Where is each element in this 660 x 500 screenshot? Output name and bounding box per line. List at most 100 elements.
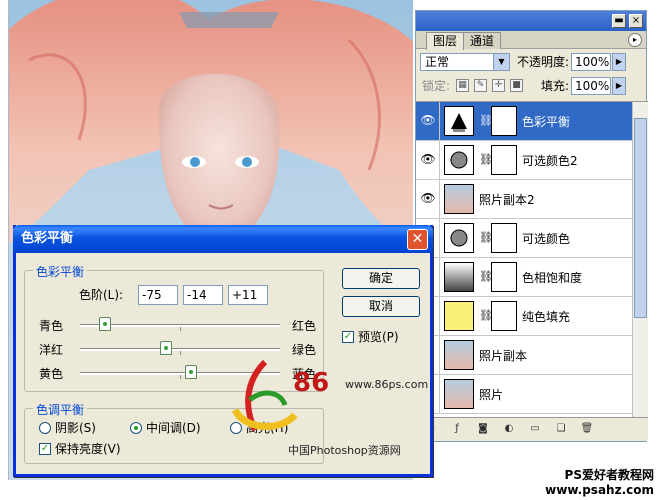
tab-channels[interactable]: 通道	[463, 32, 502, 49]
slider-label-red: 红色	[292, 319, 317, 333]
blend-row: 正常 ▼ 不透明度: 100% ▶	[416, 50, 646, 74]
cancel-button[interactable]: 取消	[342, 296, 420, 317]
level-input-magenta-green[interactable]: -14	[183, 285, 223, 305]
dialog-title: 色彩平衡	[21, 231, 74, 246]
logo-number: 86	[293, 368, 330, 398]
panel-titlebar[interactable]: ▬ ×	[416, 11, 646, 31]
eye-icon[interactable]: 👁	[419, 191, 437, 207]
photo-thumbnail	[444, 340, 474, 370]
layer-row[interactable]: 👁 照片副本2	[416, 180, 632, 219]
radio-midtones[interactable]	[130, 422, 142, 434]
lock-transparency-icon[interactable]: ▦	[456, 79, 469, 92]
panel-bottom-toolbar: ∞ ƒ ◙ ◐ ▭ ❏ 🗑	[416, 417, 648, 441]
ok-button[interactable]: 确定	[342, 268, 420, 289]
adjustment-layer-icon[interactable]: ◐	[502, 422, 516, 436]
slider-tick	[180, 375, 181, 379]
preserve-luminosity-label: 保持亮度(V)	[55, 442, 121, 456]
layer-row[interactable]: 照片副本	[416, 336, 632, 375]
add-mask-icon[interactable]: ◙	[476, 422, 490, 436]
radio-label-shadows: 阴影(S)	[55, 421, 96, 435]
close-icon[interactable]: ×	[629, 14, 643, 28]
layer-row[interactable]: 👁 ⛓ 色彩平衡	[416, 102, 632, 141]
slider-thumb-magenta-green[interactable]	[160, 341, 172, 355]
preview-label: 预览(P)	[358, 330, 399, 344]
footer-line1: PS爱好者教程网	[564, 468, 654, 482]
slider-label-magenta: 洋红	[39, 343, 64, 357]
eye-icon[interactable]: 👁	[419, 113, 437, 129]
new-layer-icon[interactable]: ❏	[554, 422, 568, 436]
watermark-subtitle: 中国Photoshop资源网	[288, 444, 401, 457]
watermark-site: www.86ps.com	[345, 378, 429, 391]
lock-label: 锁定:	[422, 79, 451, 93]
layer-mask-thumbnail	[491, 262, 517, 292]
blend-mode-select[interactable]: 正常 ▼	[420, 53, 510, 71]
layer-mask-thumbnail	[491, 145, 517, 175]
visibility-cell: 👁	[416, 141, 440, 180]
close-icon[interactable]: ✕	[407, 229, 428, 250]
dialog-titlebar[interactable]: 色彩平衡 ✕	[13, 225, 433, 253]
layer-row[interactable]: 👁 ⛓ 可选颜色2	[416, 141, 632, 180]
layer-name: 照片副本	[479, 349, 528, 363]
layer-name: 纯色填充	[522, 310, 571, 324]
layer-row[interactable]: ⛓ 纯色填充	[416, 297, 632, 336]
layer-mask-thumbnail	[491, 301, 517, 331]
layer-list: 👁 ⛓ 色彩平衡 👁 ⛓ 可选颜色2 👁 照片副本2 ⛓ 可选颜色 ⛓ 色相饱和…	[416, 101, 648, 420]
slider-thumb-yellow-blue[interactable]	[185, 365, 197, 379]
slider-tick	[180, 327, 181, 331]
panel-tabs: 图层 通道 ▸	[416, 31, 646, 50]
layer-name: 可选颜色2	[522, 154, 578, 168]
layer-name: 照片	[479, 388, 504, 402]
layer-row[interactable]: ⛓ 色相饱和度	[416, 258, 632, 297]
fill-swatch-thumbnail	[444, 301, 474, 331]
layer-name: 照片副本2	[479, 193, 535, 207]
adjustment-thumbnail-icon	[444, 145, 474, 175]
level-input-yellow-blue[interactable]: +11	[228, 285, 268, 305]
group-title: 色彩平衡	[33, 263, 88, 280]
slider-label-yellow: 黄色	[39, 367, 64, 381]
slider-label-cyan: 青色	[39, 319, 64, 333]
tab-layers[interactable]: 图层	[426, 32, 465, 50]
layer-name: 色相饱和度	[522, 271, 583, 285]
chevron-down-icon: ▼	[493, 54, 509, 70]
layer-row[interactable]: 照片	[416, 375, 632, 414]
preview-checkbox[interactable]: ✓	[342, 331, 354, 343]
layer-style-icon[interactable]: ƒ	[450, 422, 464, 436]
opacity-input[interactable]: 100%	[571, 53, 611, 71]
visibility-cell: 👁	[416, 102, 440, 141]
layer-mask-thumbnail	[491, 106, 517, 136]
layer-name: 色彩平衡	[522, 115, 571, 129]
lock-pixels-icon[interactable]: ✎	[474, 79, 487, 92]
footer-line2: www.psahz.com	[545, 483, 654, 497]
opacity-arrow-icon[interactable]: ▶	[612, 53, 626, 71]
fill-input[interactable]: 100%	[571, 77, 611, 95]
levels-label: 色阶(L):	[79, 288, 124, 302]
level-input-cyan-red[interactable]: -75	[138, 285, 178, 305]
panel-menu-icon[interactable]: ▸	[628, 33, 642, 47]
radio-label-midtones: 中间调(D)	[146, 421, 201, 435]
trash-icon[interactable]: 🗑	[580, 422, 594, 436]
eye-icon[interactable]: 👁	[419, 152, 437, 168]
layer-name: 可选颜色	[522, 232, 571, 246]
hue-saturation-thumbnail-icon	[444, 262, 474, 292]
site-watermark: 86 www.86ps.com 中国Photoshop资源网	[225, 360, 435, 460]
opacity-label: 不透明度:	[517, 55, 570, 69]
adjustment-thumbnail-icon	[444, 223, 474, 253]
layer-row[interactable]: ⛓ 可选颜色	[416, 219, 632, 258]
adjustment-thumbnail-icon	[444, 106, 474, 136]
fill-arrow-icon[interactable]: ▶	[612, 77, 626, 95]
visibility-cell: 👁	[416, 180, 440, 219]
radio-shadows[interactable]	[39, 422, 51, 434]
minimize-icon[interactable]: ▬	[612, 14, 626, 28]
scrollbar-thumb[interactable]	[634, 118, 647, 318]
group-title: 色调平衡	[33, 401, 88, 418]
layer-scrollbar[interactable]	[632, 102, 648, 420]
photo-thumbnail	[444, 379, 474, 409]
slider-tick	[180, 351, 181, 355]
lock-position-icon[interactable]: ✛	[492, 79, 505, 92]
photo-thumbnail	[444, 184, 474, 214]
new-group-icon[interactable]: ▭	[528, 422, 542, 436]
lock-all-icon[interactable]: ■	[510, 79, 523, 92]
preserve-luminosity-checkbox[interactable]: ✓	[39, 443, 51, 455]
layer-mask-thumbnail	[491, 223, 517, 253]
slider-thumb-cyan-red[interactable]	[99, 317, 111, 331]
